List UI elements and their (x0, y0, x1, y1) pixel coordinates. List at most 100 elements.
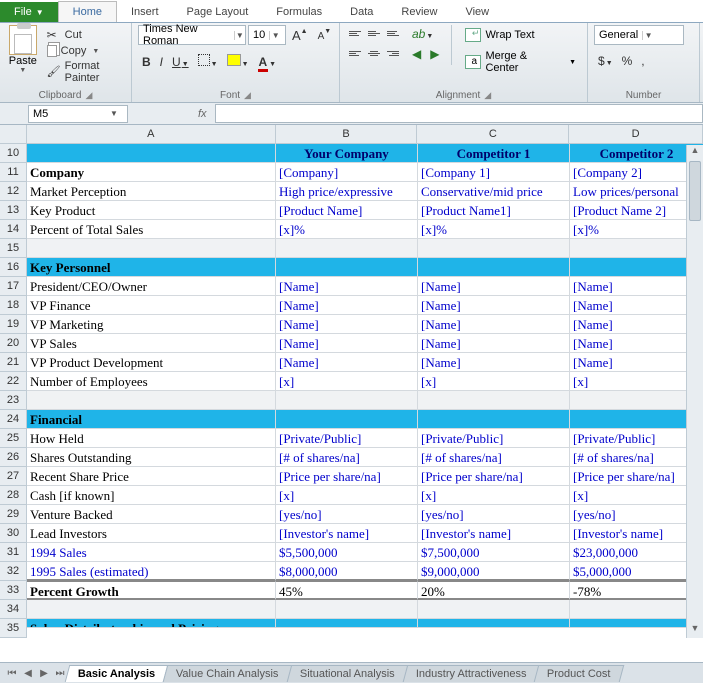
underline-button[interactable]: U▼ (168, 53, 193, 71)
cell[interactable]: Shares Outstanding (27, 448, 276, 467)
select-all-corner[interactable] (0, 125, 27, 144)
cell[interactable] (276, 258, 418, 277)
align-middle-button[interactable] (365, 25, 383, 41)
cell[interactable]: [Name] (276, 277, 418, 296)
cell[interactable]: Financial (27, 410, 276, 429)
cell[interactable]: Percent of Total Sales (27, 220, 276, 239)
cell[interactable]: Key Personnel (27, 258, 276, 277)
row-header[interactable]: 20 (0, 334, 27, 353)
cell[interactable]: $7,500,000 (418, 543, 570, 562)
cell[interactable]: [Company] (276, 163, 418, 182)
cell[interactable]: [Product Name 2] (570, 201, 703, 220)
font-size-combo[interactable]: 10▼ (248, 25, 286, 45)
cell[interactable]: [Name] (570, 277, 703, 296)
row-header[interactable]: 35 (0, 619, 27, 638)
cell[interactable] (570, 619, 703, 628)
format-painter-button[interactable]: Format Painter (44, 59, 125, 85)
cell[interactable]: $5,500,000 (276, 543, 418, 562)
row-header[interactable]: 18 (0, 296, 27, 315)
cell[interactable]: [x] (570, 486, 703, 505)
cell[interactable]: Low prices/personal (570, 182, 703, 201)
scroll-down-icon[interactable]: ▼ (687, 623, 703, 638)
copy-button[interactable]: Copy▼ (44, 44, 125, 58)
sheet-nav-prev-icon[interactable]: ◀ (20, 668, 36, 679)
cell[interactable]: Venture Backed (27, 505, 276, 524)
cell[interactable] (27, 144, 276, 163)
cell[interactable]: VP Sales (27, 334, 276, 353)
cell[interactable]: [Name] (570, 315, 703, 334)
cell[interactable]: President/CEO/Owner (27, 277, 276, 296)
cell[interactable] (276, 391, 418, 410)
row-header[interactable]: 29 (0, 505, 27, 524)
cell[interactable] (570, 410, 703, 429)
cell[interactable]: $8,000,000 (276, 562, 418, 581)
cell[interactable]: Cash [if known] (27, 486, 276, 505)
cell[interactable]: [yes/no] (570, 505, 703, 524)
ribbon-tab-view[interactable]: View (451, 2, 503, 22)
row-header[interactable]: 31 (0, 543, 27, 562)
shrink-font-button[interactable]: A▼ (314, 26, 336, 44)
column-header[interactable]: D (569, 125, 703, 144)
cell[interactable] (276, 619, 418, 628)
orientation-button[interactable]: ab▼ (408, 25, 437, 43)
currency-button[interactable]: $▼ (594, 52, 617, 70)
cell[interactable]: [Investor's name] (276, 524, 418, 543)
file-tab[interactable]: File▼ (0, 2, 58, 22)
align-top-button[interactable] (346, 25, 364, 41)
cell[interactable]: Number of Employees (27, 372, 276, 391)
cell[interactable]: [Price per share/na] (570, 467, 703, 486)
cell[interactable] (27, 391, 276, 410)
cell[interactable]: [yes/no] (276, 505, 418, 524)
cell[interactable]: 20% (418, 581, 570, 600)
row-header[interactable]: 14 (0, 220, 27, 239)
chevron-down-icon[interactable]: ▼ (269, 31, 281, 40)
bold-button[interactable]: B (138, 53, 155, 71)
sheet-nav-first-icon[interactable]: ⏮ (4, 668, 20, 679)
align-left-button[interactable] (346, 45, 364, 61)
cell[interactable]: [Name] (418, 334, 570, 353)
number-format-combo[interactable]: General▼ (594, 25, 684, 45)
column-header[interactable]: A (27, 125, 276, 144)
cell[interactable]: 1994 Sales (27, 543, 276, 562)
cell[interactable]: [Name] (418, 315, 570, 334)
font-color-button[interactable]: A▼ (254, 53, 281, 71)
scrollbar-thumb[interactable] (689, 161, 701, 221)
sheet-tab[interactable]: Value Chain Analysis (163, 665, 292, 682)
cell[interactable]: [Product Name] (276, 201, 418, 220)
row-header[interactable]: 10 (0, 144, 27, 163)
chevron-down-icon[interactable]: ▼ (642, 31, 654, 40)
cell[interactable]: [Name] (276, 296, 418, 315)
cell[interactable]: [x] (570, 372, 703, 391)
grow-font-button[interactable]: A▲ (288, 26, 312, 45)
cell[interactable]: Company (27, 163, 276, 182)
cell[interactable]: [Investor's name] (418, 524, 570, 543)
row-header[interactable]: 22 (0, 372, 27, 391)
cell[interactable]: [x]% (570, 220, 703, 239)
wrap-text-button[interactable]: Wrap Text (460, 25, 581, 45)
align-center-button[interactable] (365, 45, 383, 61)
dialog-launcher-icon[interactable]: ◢ (244, 90, 251, 100)
chevron-down-icon[interactable]: ▼ (234, 31, 245, 40)
row-header[interactable]: 28 (0, 486, 27, 505)
borders-button[interactable]: ▼ (194, 52, 222, 71)
cell[interactable]: [Name] (570, 353, 703, 372)
cell[interactable]: Recent Share Price (27, 467, 276, 486)
merge-center-button[interactable]: Merge & Center▼ (460, 47, 581, 77)
row-header[interactable]: 24 (0, 410, 27, 429)
italic-button[interactable]: I (156, 53, 167, 71)
cell[interactable] (27, 600, 276, 619)
ribbon-tab-formulas[interactable]: Formulas (262, 2, 336, 22)
dialog-launcher-icon[interactable]: ◢ (484, 90, 491, 100)
cell[interactable]: [Name] (418, 296, 570, 315)
cell[interactable]: $23,000,000 (570, 543, 703, 562)
row-header[interactable]: 30 (0, 524, 27, 543)
row-header[interactable]: 33 (0, 581, 27, 600)
sheet-tab[interactable]: Product Cost (534, 665, 624, 682)
cell[interactable]: [Company 1] (418, 163, 570, 182)
cell[interactable] (418, 410, 570, 429)
ribbon-tab-insert[interactable]: Insert (117, 2, 173, 22)
paste-button[interactable]: Paste ▼ (6, 25, 40, 74)
cell[interactable]: [Private/Public] (276, 429, 418, 448)
sheet-tab[interactable]: Situational Analysis (287, 665, 408, 682)
percent-button[interactable]: % (618, 52, 637, 70)
